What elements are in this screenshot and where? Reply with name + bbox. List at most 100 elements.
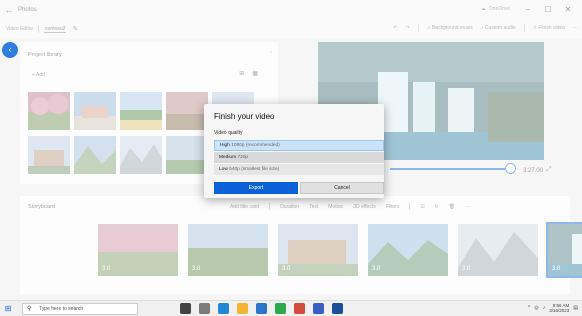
scroll-left-button[interactable]: ‹ bbox=[2, 42, 18, 58]
tray-chevron-icon[interactable]: ^ bbox=[528, 305, 530, 311]
mail-icon[interactable] bbox=[313, 303, 324, 314]
clip-duration: 3.0 bbox=[552, 266, 561, 272]
windows-start-icon[interactable]: ⊞ bbox=[0, 304, 16, 313]
option-name: Medium bbox=[219, 155, 237, 160]
storyboard-panel: Storyboard Add title card Duration Text … bbox=[20, 196, 582, 294]
storyboard-clip-selected[interactable]: 3.0 bbox=[546, 222, 582, 278]
clip-duration: 3.0 bbox=[282, 266, 291, 272]
library-thumbnail[interactable] bbox=[166, 136, 208, 174]
project-name[interactable]: contoso2 bbox=[44, 26, 67, 33]
storyboard-clip[interactable]: 3.0 bbox=[458, 224, 538, 276]
trash-icon[interactable]: 🗑 bbox=[449, 204, 455, 210]
storyboard-toolbar: Add title card Duration Text Motion 3D e… bbox=[230, 203, 470, 210]
storyboard-more-button[interactable]: ··· bbox=[465, 204, 470, 210]
edge-icon[interactable] bbox=[218, 303, 229, 314]
background-music-label: Background music bbox=[431, 25, 473, 31]
undo-icon[interactable]: ↶ bbox=[393, 25, 397, 31]
library-thumbnail[interactable] bbox=[166, 92, 208, 130]
quality-option-medium[interactable]: Medium 720p bbox=[214, 152, 384, 163]
library-thumbnail[interactable] bbox=[74, 92, 116, 130]
option-detail: 540p (smallest file size) bbox=[229, 167, 280, 172]
3d-effects-button[interactable]: 3D effects bbox=[353, 204, 375, 210]
expand-icon[interactable]: ⤢ bbox=[546, 166, 552, 174]
task-view-icon[interactable] bbox=[180, 303, 191, 314]
custom-audio-label: Custom audio bbox=[484, 25, 516, 31]
volume-icon[interactable]: ♪ bbox=[543, 305, 546, 311]
cancel-button[interactable]: Cancel bbox=[300, 182, 384, 194]
app-icon[interactable] bbox=[275, 303, 286, 314]
title-bar: ← Photos ☁ OneDrive – ☐ ✕ bbox=[0, 0, 582, 20]
breadcrumb-video-editor[interactable]: Video Editor bbox=[0, 26, 33, 32]
custom-audio-button[interactable]: ♪ Custom audio bbox=[481, 25, 516, 31]
collapse-chevron-icon[interactable]: ‹ bbox=[270, 50, 272, 56]
finish-video-dialog: Finish your video Video quality High 108… bbox=[204, 104, 384, 198]
redo-icon[interactable]: ↷ bbox=[405, 25, 409, 31]
store-icon[interactable] bbox=[256, 303, 267, 314]
chrome-icon[interactable] bbox=[294, 303, 305, 314]
storyboard-clip[interactable]: 3.0 bbox=[278, 224, 358, 276]
list-view-icon[interactable]: ▦ bbox=[252, 70, 258, 77]
duration-button[interactable]: Duration bbox=[280, 204, 299, 210]
taskbar-search-input[interactable]: ⚲ Type here to search bbox=[22, 302, 138, 315]
toolbar-divider bbox=[269, 203, 271, 210]
grid-view-icon[interactable]: ⊞ bbox=[239, 70, 244, 77]
storyboard-clip[interactable]: 3.0 bbox=[98, 224, 178, 276]
minimize-button[interactable]: – bbox=[518, 3, 538, 17]
export-button[interactable]: Export bbox=[214, 182, 298, 194]
photos-video-editor-window: ← Photos ☁ OneDrive – ☐ ✕ Video Editor c… bbox=[0, 0, 582, 300]
library-thumbnail[interactable] bbox=[120, 92, 162, 130]
file-explorer-icon[interactable] bbox=[237, 303, 248, 314]
notifications-icon[interactable]: ▤ bbox=[573, 305, 578, 311]
storyboard-clip[interactable]: 3.0 bbox=[368, 224, 448, 276]
library-thumbnail[interactable] bbox=[74, 136, 116, 174]
library-thumbnail[interactable] bbox=[120, 136, 162, 174]
option-detail: 720p bbox=[237, 155, 249, 160]
breadcrumb-divider bbox=[38, 25, 40, 33]
quality-option-high[interactable]: High 1080p (recommended) bbox=[214, 140, 384, 151]
taskbar-apps bbox=[180, 303, 343, 314]
clip-duration: 3.0 bbox=[372, 266, 381, 272]
clip-duration: 3.0 bbox=[102, 266, 111, 272]
photos-icon[interactable] bbox=[332, 303, 343, 314]
finish-video-label: Finish video bbox=[538, 25, 565, 31]
storyboard-clip[interactable]: 3.0 bbox=[188, 224, 268, 276]
option-name: Low bbox=[219, 167, 228, 172]
filters-button[interactable]: Filters bbox=[386, 204, 400, 210]
onedrive-status[interactable]: ☁ OneDrive bbox=[481, 6, 510, 12]
project-library-title: Project library bbox=[28, 52, 62, 58]
playback-time: 3:27.00 bbox=[523, 168, 544, 174]
windows-taskbar: ⊞ ⚲ Type here to search ^ ◎ ♪ 8:56 AM 3/… bbox=[0, 300, 582, 316]
text-button[interactable]: Text bbox=[309, 204, 318, 210]
clip-duration: 3.0 bbox=[192, 266, 201, 272]
add-media-button[interactable]: + Add bbox=[32, 72, 45, 78]
resize-icon[interactable]: ⊟ bbox=[420, 204, 424, 210]
more-options-button[interactable]: ··· bbox=[573, 25, 578, 31]
quality-option-low[interactable]: Low 540p (smallest file size) bbox=[214, 164, 384, 175]
toolbar-divider bbox=[523, 24, 525, 32]
maximize-button[interactable]: ☐ bbox=[538, 3, 558, 17]
search-placeholder: Type here to search bbox=[39, 305, 84, 312]
widgets-icon[interactable] bbox=[199, 303, 210, 314]
seek-handle[interactable] bbox=[505, 163, 516, 174]
motion-button[interactable]: Motion bbox=[328, 204, 343, 210]
storyboard-title: Storyboard bbox=[28, 204, 55, 210]
clip-duration: 3.0 bbox=[462, 266, 471, 272]
option-name: High bbox=[220, 143, 230, 148]
network-icon[interactable]: ◎ bbox=[534, 305, 538, 311]
pencil-icon[interactable]: ✎ bbox=[72, 25, 78, 33]
app-title: Photos bbox=[18, 7, 37, 13]
add-title-card-button[interactable]: Add title card bbox=[230, 204, 259, 210]
option-detail: 1080p (recommended) bbox=[231, 143, 280, 148]
search-icon: ⚲ bbox=[27, 305, 32, 312]
background-music-button[interactable]: ♫ Background music bbox=[427, 25, 473, 31]
onedrive-label: OneDrive bbox=[488, 6, 510, 12]
back-arrow-icon[interactable]: ← bbox=[0, 5, 18, 15]
playback-progress[interactable] bbox=[390, 168, 510, 170]
library-thumbnail[interactable] bbox=[28, 92, 70, 130]
rotate-icon[interactable]: ↻ bbox=[435, 204, 439, 210]
taskbar-clock[interactable]: 8:56 AM 3/16/2023 bbox=[549, 303, 569, 313]
system-tray: ^ ◎ ♪ 8:56 AM 3/16/2023 ▤ bbox=[528, 303, 578, 313]
finish-video-button[interactable]: ⇪ Finish video bbox=[533, 25, 565, 31]
library-thumbnail[interactable] bbox=[28, 136, 70, 174]
close-button[interactable]: ✕ bbox=[558, 3, 578, 17]
